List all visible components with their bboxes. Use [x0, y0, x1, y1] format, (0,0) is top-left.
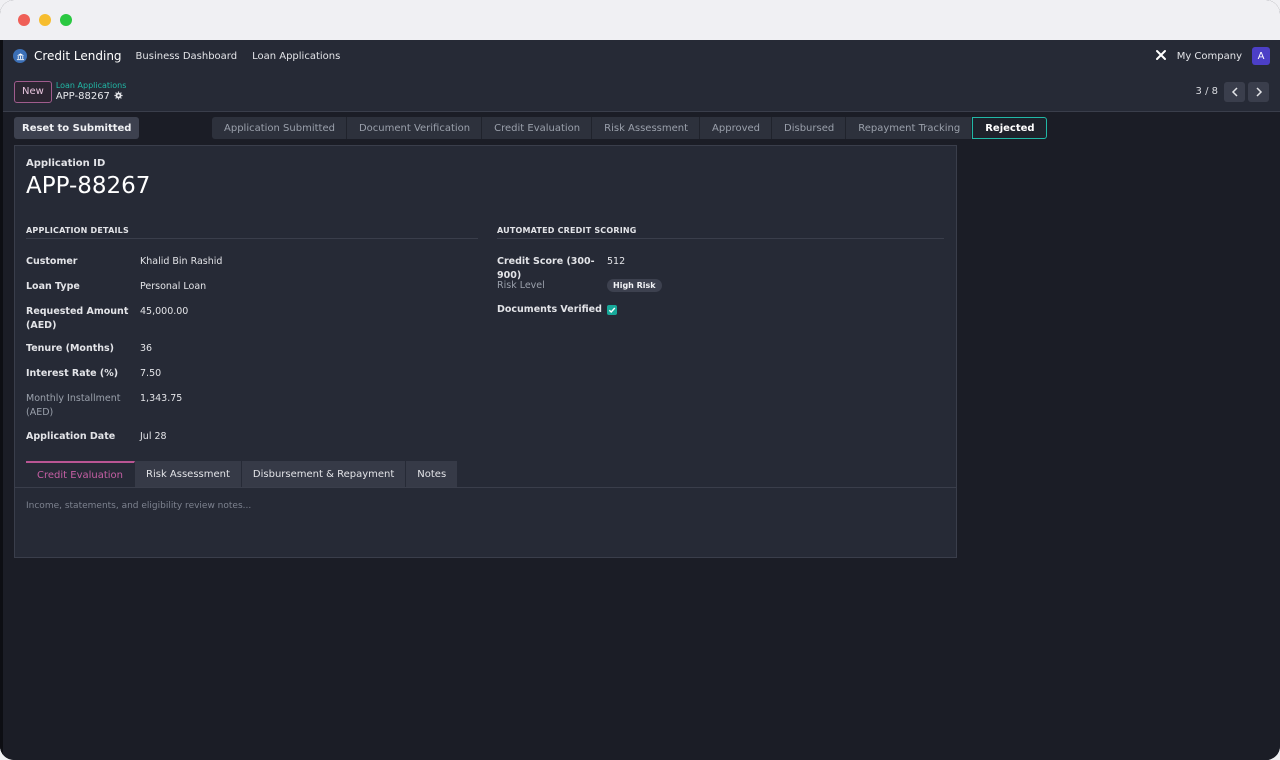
pager-value[interactable]: 3 / 8 [1196, 86, 1218, 97]
tenure-label: Tenure (Months) [26, 343, 115, 354]
stage-approved[interactable]: Approved [700, 117, 773, 139]
tab-credit-evaluation[interactable]: Credit Evaluation [26, 461, 136, 487]
stage-credit-evaluation[interactable]: Credit Evaluation [482, 117, 593, 139]
tab-risk-assessment[interactable]: Risk Assessment [135, 461, 242, 487]
chevron-left-icon [1231, 86, 1238, 97]
status-row: Reset to Submitted Application Submitted… [14, 117, 1280, 139]
stage-disbursed[interactable]: Disbursed [772, 117, 847, 139]
monthly-installment-value: 1,343.75 [140, 393, 183, 404]
application-date-label: Application Date [26, 431, 116, 442]
company-switcher[interactable]: My Company [1177, 51, 1242, 62]
risk-level-label: Risk Level [497, 280, 545, 291]
application-id-label: Application ID [26, 158, 106, 169]
close-window-button[interactable] [18, 14, 30, 26]
record-pager: 3 / 8 [1196, 81, 1269, 102]
application-details-group: Application Details Customer Khalid Bin … [26, 226, 478, 442]
new-button[interactable]: New [14, 80, 52, 103]
debug-tools-icon[interactable] [1155, 49, 1167, 64]
stage-repayment-tracking[interactable]: Repayment Tracking [846, 117, 973, 139]
field-risk-level: Risk Level High Risk [497, 279, 662, 293]
tab-disbursement-repayment[interactable]: Disbursement & Repayment [241, 461, 407, 487]
stage-rejected[interactable]: Rejected [972, 117, 1047, 139]
stage-application-submitted[interactable]: Application Submitted [212, 117, 347, 139]
application-date-value[interactable]: Jul 28 [140, 430, 167, 444]
status-bar: Application Submitted Document Verificat… [212, 117, 1047, 139]
field-customer: Customer Khalid Bin Rashid [26, 255, 222, 269]
gear-icon[interactable] [114, 90, 123, 103]
control-panel: New Loan Applications APP-88267 3 / 8 [3, 72, 1280, 112]
reset-to-submitted-button[interactable]: Reset to Submitted [14, 117, 140, 139]
credit-scoring-title: Automated Credit Scoring [497, 226, 944, 239]
bank-icon[interactable] [13, 49, 27, 63]
stage-document-verification[interactable]: Document Verification [346, 117, 483, 139]
risk-level-badge: High Risk [607, 279, 662, 292]
field-monthly-installment: Monthly Installment (AED) 1,343.75 [26, 392, 182, 420]
maximize-window-button[interactable] [60, 14, 72, 26]
form-sheet: Application ID APP-88267 Application Det… [14, 145, 957, 558]
top-navbar: Credit Lending Business Dashboard Loan A… [3, 40, 1280, 72]
credit-scoring-group: Automated Credit Scoring Credit Score (3… [497, 226, 944, 315]
loan-type-value[interactable]: Personal Loan [140, 280, 206, 294]
field-documents-verified: Documents Verified [497, 303, 617, 317]
monthly-installment-label: Monthly Installment (AED) [26, 393, 121, 418]
minimize-window-button[interactable] [39, 14, 51, 26]
chevron-right-icon [1255, 86, 1262, 97]
application-details-title: Application Details [26, 226, 478, 239]
nav-loan-applications[interactable]: Loan Applications [252, 51, 340, 62]
application-id-value[interactable]: APP-88267 [26, 173, 150, 199]
breadcrumb-parent-link[interactable]: Loan Applications [56, 81, 127, 91]
tenure-value[interactable]: 36 [140, 342, 152, 356]
field-loan-type: Loan Type Personal Loan [26, 280, 206, 294]
documents-verified-checkbox[interactable] [607, 305, 617, 315]
stage-risk-assessment[interactable]: Risk Assessment [592, 117, 701, 139]
field-requested-amount: Requested Amount (AED) 45,000.00 [26, 305, 188, 333]
pager-previous-button[interactable] [1224, 81, 1245, 102]
breadcrumb-current: APP-88267 [55, 90, 127, 103]
loan-type-label: Loan Type [26, 281, 80, 292]
checkmark-icon [608, 307, 616, 314]
window-titlebar [0, 0, 1280, 40]
requested-amount-label: Requested Amount (AED) [26, 306, 129, 331]
nav-business-dashboard[interactable]: Business Dashboard [136, 51, 238, 62]
field-tenure: Tenure (Months) 36 [26, 342, 152, 356]
interest-rate-value[interactable]: 7.50 [140, 367, 161, 381]
requested-amount-value[interactable]: 45,000.00 [140, 305, 188, 333]
notebook-tabs: Credit Evaluation Risk Assessment Disbur… [26, 461, 459, 487]
app-window: Credit Lending Business Dashboard Loan A… [0, 0, 1280, 760]
app-brand[interactable]: Credit Lending [34, 49, 122, 63]
app-content: Credit Lending Business Dashboard Loan A… [0, 40, 1280, 760]
tabs-divider [15, 487, 956, 488]
breadcrumb-current-label: APP-88267 [55, 90, 110, 102]
customer-label: Customer [26, 256, 78, 267]
pager-next-button[interactable] [1248, 81, 1269, 102]
documents-verified-label: Documents Verified [497, 304, 602, 315]
user-avatar[interactable]: A [1252, 47, 1270, 65]
customer-value[interactable]: Khalid Bin Rashid [140, 255, 222, 269]
credit-evaluation-notes-field[interactable]: Income, statements, and eligibility revi… [26, 501, 251, 511]
field-interest-rate: Interest Rate (%) 7.50 [26, 367, 161, 381]
tab-notes[interactable]: Notes [406, 461, 459, 487]
interest-rate-label: Interest Rate (%) [26, 368, 119, 379]
field-application-date: Application Date Jul 28 [26, 430, 167, 444]
breadcrumb: Loan Applications APP-88267 [56, 81, 127, 103]
